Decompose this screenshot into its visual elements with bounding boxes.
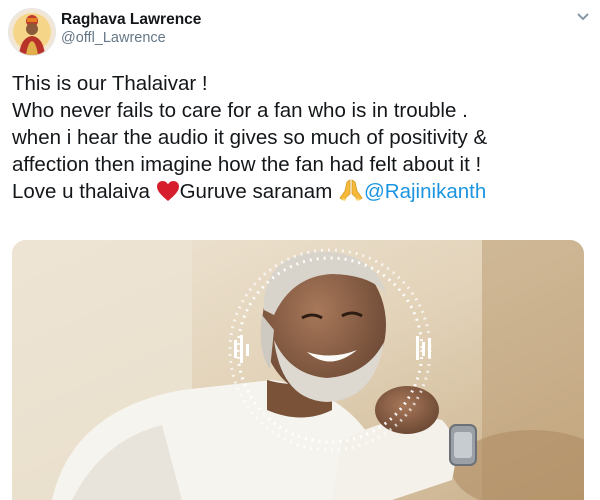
tweet-header: Raghava Lawrence @offl_Lawrence [0, 0, 600, 64]
avatar-image [9, 9, 55, 55]
display-name[interactable]: Raghava Lawrence [61, 11, 201, 29]
tweet-text-fragment: Guruve saranam [179, 180, 338, 203]
photo-rajinikanth [12, 240, 584, 500]
user-handle[interactable]: @offl_Lawrence [61, 30, 166, 46]
folded-hands-icon [338, 178, 364, 209]
tweet-line: when i hear the audio it gives so much o… [12, 126, 488, 149]
avatar[interactable] [8, 8, 56, 56]
tweet-line: This is our Thalaivar ! [12, 72, 208, 95]
tweet-text: This is our Thalaivar ! Who never fails … [12, 70, 597, 205]
mention-link[interactable]: @Rajinikanth [364, 180, 486, 203]
tweet-line: Who never fails to care for a fan who is… [12, 99, 468, 122]
tweet-line-5: Love u thalaiva Guruve saranam @Rajinika… [12, 178, 597, 205]
tweet-media-image[interactable] [12, 240, 584, 500]
chevron-down-icon[interactable] [572, 6, 594, 28]
tweet-text-fragment: Love u thalaiva [12, 180, 156, 203]
tweet-line: affection then imagine how the fan had f… [12, 153, 482, 176]
red-heart-icon [156, 180, 180, 209]
